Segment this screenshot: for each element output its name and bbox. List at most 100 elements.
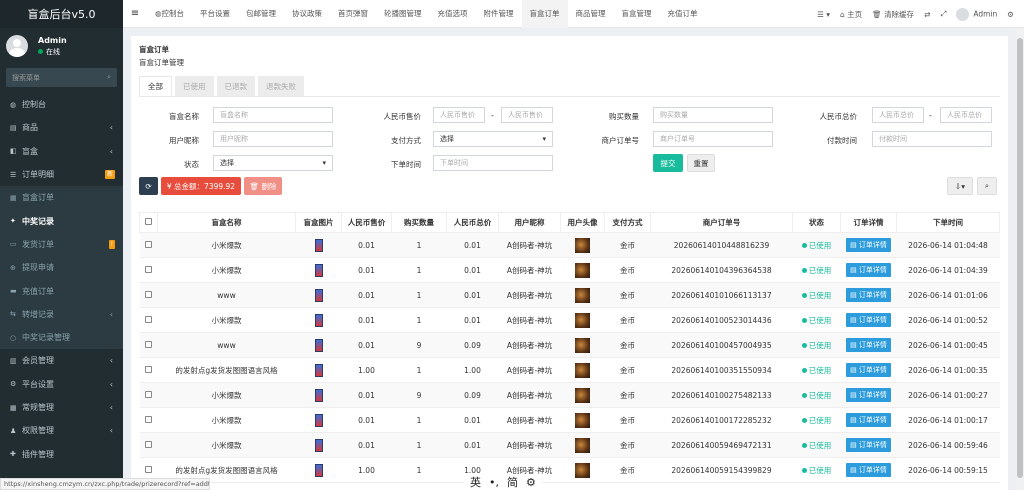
home-link[interactable]: ⌂ 主页	[840, 9, 862, 20]
sidebar-item-4[interactable]: ▦ 盲盒订单	[0, 186, 123, 210]
detail-icon[interactable]: ▤ 订单详情	[846, 413, 891, 427]
total-max-input[interactable]: 人民币总价	[940, 107, 992, 123]
top-tab-2[interactable]: 包邮管理	[238, 0, 284, 28]
sidebar-item-14[interactable]: ♟ 权限管理 ‹	[0, 419, 123, 442]
pay-select[interactable]: 选择 ▾	[433, 131, 553, 147]
submit-button[interactable]: 提交	[653, 154, 683, 172]
sidebar-item-8[interactable]: ▬ 充值订单	[0, 279, 123, 303]
top-tab-9[interactable]: 商品管理	[568, 0, 614, 28]
order-detail-button[interactable]: ▤ 订单详情	[840, 282, 897, 308]
ordertime-input[interactable]: 下单时间	[433, 155, 553, 171]
top-tab-6[interactable]: 充值选项	[430, 0, 476, 28]
sidebar-item-3[interactable]: ☰ 订单明细 新	[0, 163, 123, 186]
menu-toggle-icon[interactable]: ≡	[123, 8, 147, 19]
price-max-input[interactable]: 人民币售价	[501, 107, 553, 123]
filter-tab-2[interactable]: 已退款	[216, 76, 255, 96]
order-detail-button[interactable]: ▤ 订单详情	[840, 357, 897, 383]
column-header[interactable]: 用户头像	[560, 212, 605, 233]
page-scrollbar[interactable]	[1016, 28, 1024, 490]
menu-search-input[interactable]: 搜索菜单 ⌕	[6, 68, 117, 87]
search-icon[interactable]: ⌕	[107, 73, 111, 82]
row-checkbox[interactable]	[139, 332, 158, 358]
detail-icon[interactable]: ▤ 订单详情	[846, 288, 891, 302]
order-detail-button[interactable]: ▤ 订单详情	[840, 432, 897, 458]
status-select[interactable]: 选择 ▾	[213, 155, 333, 171]
top-tab-4[interactable]: 首页弹窗	[330, 0, 376, 28]
search-toggle-button[interactable]: ⌕	[977, 177, 997, 195]
sidebar-item-5[interactable]: ✦ 中奖记录	[0, 209, 123, 233]
app-logo[interactable]: 盲盒后台v5.0	[0, 0, 123, 28]
column-header[interactable]: 用户昵称	[498, 212, 561, 233]
filter-tab-3[interactable]: 退款失败	[258, 76, 304, 96]
column-header[interactable]: 购买数量	[391, 212, 447, 233]
top-tab-10[interactable]: 盲盒管理	[614, 0, 660, 28]
paytime-input[interactable]: 付款时间	[872, 131, 992, 147]
top-tab-3[interactable]: 协议政策	[284, 0, 330, 28]
row-checkbox[interactable]	[139, 307, 158, 333]
clear-cache-link[interactable]: 🗑 清除缓存	[872, 9, 914, 20]
table-row[interactable]: 小米爆款 0.01 1 0.01 A创码者-神坑 金币 202606140104396364…	[139, 257, 1000, 283]
detail-icon[interactable]: ▤ 订单详情	[846, 388, 891, 402]
top-tab-1[interactable]: 平台设置	[192, 0, 238, 28]
top-tab-7[interactable]: 附件管理	[476, 0, 522, 28]
column-header[interactable]: 状态	[792, 212, 841, 233]
order-detail-button[interactable]: ▤ 订单详情	[840, 257, 897, 283]
order-detail-button[interactable]: ▤ 订单详情	[840, 457, 897, 483]
sidebar-item-6[interactable]: ▭ 发货订单!	[0, 232, 123, 257]
table-row[interactable]: 的发射点g发货发图图语言风格 1.00 1 1.00 A创码者-神坑 金币 20260614…	[139, 357, 1000, 383]
row-checkbox[interactable]	[139, 232, 158, 258]
top-tab-11[interactable]: 充值订单	[660, 0, 706, 28]
reset-button[interactable]: 重置	[687, 154, 715, 172]
row-checkbox[interactable]	[139, 357, 158, 383]
filter-tab-1[interactable]: 已使用	[175, 76, 214, 96]
sidebar-item-1[interactable]: ▤ 商品 ‹	[0, 116, 123, 139]
detail-icon[interactable]: ▤ 订单详情	[846, 313, 891, 327]
column-header[interactable]: 下单时间	[896, 212, 1000, 233]
row-checkbox[interactable]	[139, 282, 158, 308]
table-row[interactable]: 的发射点g发货发图图语言风格 1.00 1 1.00 A创码者-神坑 金币 20260614…	[139, 457, 1000, 483]
column-header[interactable]: 订单详情	[840, 212, 897, 233]
translate-icon[interactable]: ⇄	[924, 10, 930, 19]
admin-menu[interactable]: Admin	[956, 7, 997, 21]
top-tab-8[interactable]: 盲盒订单	[521, 0, 568, 28]
price-min-input[interactable]: 人民币售价	[433, 107, 485, 123]
table-row[interactable]: 小米爆款 0.01 1 0.01 A创码者-神坑 金币 202606140104488162…	[139, 232, 1000, 258]
table-row[interactable]: www 0.01 9 0.09 A创码者-神坑 金币 2026061401004570049…	[139, 332, 1000, 358]
sidebar-item-15[interactable]: ✚ 插件管理	[0, 442, 123, 465]
column-header[interactable]: 盲盒图片	[295, 212, 342, 233]
row-checkbox[interactable]	[139, 407, 158, 433]
row-checkbox[interactable]	[139, 382, 158, 408]
row-checkbox[interactable]	[139, 432, 158, 458]
detail-icon[interactable]: ▤ 订单详情	[846, 363, 891, 377]
table-row[interactable]: www 0.01 1 0.01 A创码者-神坑 金币 2026061401010661131…	[139, 282, 1000, 308]
sidebar-item-9[interactable]: ⇆ 转增记录 ‹	[0, 302, 123, 326]
column-header[interactable]: 人民币总价	[446, 212, 499, 233]
order-detail-button[interactable]: ▤ 订单详情	[840, 407, 897, 433]
order-detail-button[interactable]: ▤ 订单详情	[840, 232, 897, 258]
detail-icon[interactable]: ▤ 订单详情	[846, 263, 891, 277]
export-button[interactable]: ⇩▾	[947, 177, 973, 195]
table-row[interactable]: 小米爆款 0.01 1 0.01 A创码者-神坑 金币 202606140059469472…	[139, 432, 1000, 458]
filter-tab-0[interactable]: 全部	[139, 76, 172, 96]
table-row[interactable]: 小米爆款 0.01 1 0.01 A创码者-神坑 金币 202606140100172285…	[139, 407, 1000, 433]
sidebar-item-7[interactable]: ⊕ 提现申请	[0, 256, 123, 280]
ime-settings-icon[interactable]: ⚙	[526, 476, 536, 489]
fullscreen-icon[interactable]: ⤢	[940, 9, 946, 19]
detail-icon[interactable]: ▤ 订单详情	[846, 238, 891, 252]
merchant-input[interactable]: 商户订单号	[653, 131, 773, 147]
ime-toolbar[interactable]: 英 •, 简 ⚙	[464, 474, 542, 490]
column-header[interactable]: 支付方式	[604, 212, 651, 233]
ime-lang[interactable]: 英	[470, 474, 481, 490]
table-row[interactable]: 小米爆款 0.01 1 0.01 A创码者-神坑 金币 202606140100523014…	[139, 307, 1000, 333]
detail-icon[interactable]: ▤ 订单详情	[846, 338, 891, 352]
top-tab-5[interactable]: 轮播图管理	[376, 0, 430, 28]
nick-input[interactable]: 用户昵称	[213, 131, 333, 147]
top-tab-0[interactable]: ◍ 控制台	[147, 0, 192, 28]
sidebar-item-2[interactable]: ◧ 盲盒 ‹	[0, 140, 123, 163]
row-checkbox[interactable]	[139, 257, 158, 283]
detail-icon[interactable]: ▤ 订单详情	[846, 438, 891, 452]
list-icon[interactable]: ☰ ▾	[817, 10, 830, 19]
table-row[interactable]: 小米爆款 0.01 9 0.09 A创码者-神坑 金币 202606140100275482…	[139, 382, 1000, 408]
sidebar-item-13[interactable]: ▦ 常规管理 ‹	[0, 396, 123, 419]
order-detail-button[interactable]: ▤ 订单详情	[840, 307, 897, 333]
